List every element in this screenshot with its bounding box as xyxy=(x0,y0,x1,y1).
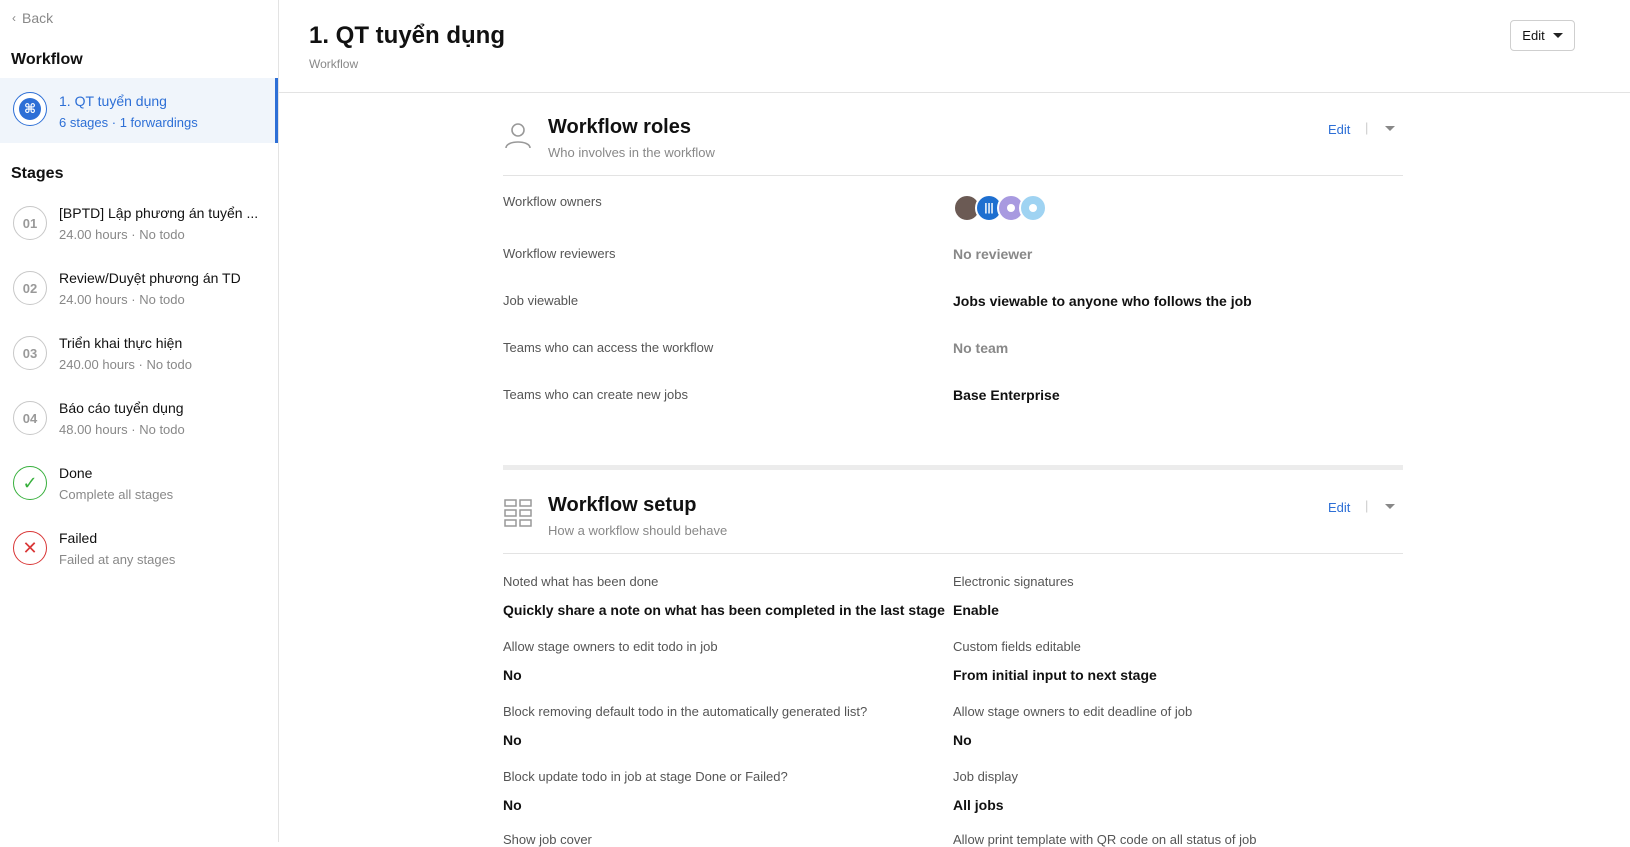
stage-number: 02 xyxy=(13,271,47,305)
setup-label: Job display xyxy=(953,769,1019,784)
setup-label: Allow print template with QR code on all… xyxy=(953,832,1257,847)
workflow-meta: 6 stages · 1 forwardings xyxy=(59,115,198,130)
stage-name: Done xyxy=(59,465,93,481)
page-header: 1. QT tuyển dụng Workflow Edit xyxy=(279,0,1630,93)
row-value-teams-access: No team xyxy=(953,340,1009,356)
setup-edit-button[interactable]: Edit xyxy=(1328,500,1350,515)
chevron-left-icon: ‹ xyxy=(12,11,16,25)
row-value-reviewers: No reviewer xyxy=(953,246,1033,262)
edit-dropdown-button[interactable]: Edit xyxy=(1510,20,1575,51)
stage-item-01[interactable]: 01 [BPTD] Lập phương án tuyển ... 24.00 … xyxy=(0,202,278,262)
setup-label: Custom fields editable xyxy=(953,639,1081,654)
stage-meta: 240.00 hours · No todo xyxy=(59,357,192,372)
row-value-teams-create: Base Enterprise xyxy=(953,387,1060,403)
user-icon xyxy=(505,123,531,149)
stage-item-04[interactable]: 04 Báo cáo tuyển dụng 48.00 hours · No t… xyxy=(0,397,278,457)
divider: | xyxy=(1365,120,1369,135)
divider xyxy=(503,175,1403,176)
setup-subtitle: How a workflow should behave xyxy=(548,523,728,538)
back-link[interactable]: ‹ Back xyxy=(12,10,53,26)
stage-number: 03 xyxy=(13,336,47,370)
workflow-heading: Workflow xyxy=(11,51,83,68)
page-subtitle: Workflow xyxy=(309,57,359,71)
setup-value: All jobs xyxy=(953,797,1004,813)
stage-item-failed[interactable]: ✕ Failed Failed at any stages xyxy=(0,527,278,587)
divider: | xyxy=(1365,498,1369,513)
setup-value: Enable xyxy=(953,602,999,618)
roles-title: Workflow roles xyxy=(548,116,691,138)
setup-title: Workflow setup xyxy=(548,494,697,516)
setup-value: No xyxy=(503,732,522,748)
roles-subtitle: Who involves in the workflow xyxy=(548,145,715,160)
stage-name: Triển khai thực hiện xyxy=(59,335,183,351)
row-label-job-viewable: Job viewable xyxy=(503,293,579,308)
row-label-owners: Workflow owners xyxy=(503,194,602,209)
stage-name: Failed xyxy=(59,530,98,546)
stage-meta: Complete all stages xyxy=(59,487,174,502)
setup-label: Show job cover xyxy=(503,832,592,847)
page-title: 1. QT tuyển dụng xyxy=(309,22,505,49)
setup-value: Quickly share a note on what has been co… xyxy=(503,602,945,618)
setup-label: Noted what has been done xyxy=(503,574,659,589)
row-label-reviewers: Workflow reviewers xyxy=(503,246,616,261)
grid-icon xyxy=(504,499,532,527)
stage-item-03[interactable]: 03 Triển khai thực hiện 240.00 hours · N… xyxy=(0,332,278,392)
stage-item-done[interactable]: ✓ Done Complete all stages xyxy=(0,462,278,522)
roles-edit-button[interactable]: Edit xyxy=(1328,122,1350,137)
stage-meta: 24.00 hours · No todo xyxy=(59,292,185,307)
stage-number: 01 xyxy=(13,206,47,240)
sidebar: ‹ Back Workflow ⌘ 1. QT tuyển dụng 6 sta… xyxy=(0,0,279,842)
setup-label: Allow stage owners to edit todo in job xyxy=(503,639,718,654)
setup-label: Block update todo in job at stage Done o… xyxy=(503,769,788,784)
divider xyxy=(503,553,1403,554)
stage-item-02[interactable]: 02 Review/Duyệt phương án TD 24.00 hours… xyxy=(0,267,278,327)
section-divider xyxy=(503,465,1403,470)
stage-meta: 48.00 hours · No todo xyxy=(59,422,185,437)
close-icon: ✕ xyxy=(13,531,47,565)
stage-meta: Failed at any stages xyxy=(59,552,176,567)
setup-value: No xyxy=(953,732,972,748)
stage-name: Báo cáo tuyển dụng xyxy=(59,400,184,416)
caret-down-icon xyxy=(1552,33,1563,38)
chevron-down-icon[interactable] xyxy=(1385,126,1395,131)
row-label-teams-access: Teams who can access the workflow xyxy=(503,340,714,355)
check-icon: ✓ xyxy=(13,466,47,500)
workflow-setup-header: Workflow setup How a workflow should beh… xyxy=(503,494,1403,544)
stage-name: Review/Duyệt phương án TD xyxy=(59,270,241,286)
workflow-item[interactable]: ⌘ 1. QT tuyển dụng 6 stages · 1 forwardi… xyxy=(0,78,278,143)
workflow-roles-header: Workflow roles Who involves in the workf… xyxy=(503,116,1403,166)
stages-heading: Stages xyxy=(11,165,64,182)
owner-avatars: ||| xyxy=(953,194,1047,222)
row-value-job-viewable: Jobs viewable to anyone who follows the … xyxy=(953,293,1252,309)
stage-number: 04 xyxy=(13,401,47,435)
setup-label: Allow stage owners to edit deadline of j… xyxy=(953,704,1193,719)
setup-label: Electronic signatures xyxy=(953,574,1074,589)
setup-value: No xyxy=(503,667,522,683)
workflow-icon: ⌘ xyxy=(13,92,47,126)
stage-name: [BPTD] Lập phương án tuyển ... xyxy=(59,205,259,221)
edit-label: Edit xyxy=(1522,28,1545,43)
chevron-down-icon[interactable] xyxy=(1385,504,1395,509)
setup-label: Block removing default todo in the autom… xyxy=(503,704,868,719)
avatar[interactable] xyxy=(1019,194,1047,222)
setup-value: From initial input to next stage xyxy=(953,667,1157,683)
row-label-teams-create: Teams who can create new jobs xyxy=(503,387,688,402)
workflow-name: 1. QT tuyển dụng xyxy=(59,93,167,109)
stage-meta: 24.00 hours · No todo xyxy=(59,227,185,242)
setup-value: No xyxy=(503,797,522,813)
back-label: Back xyxy=(22,10,54,26)
